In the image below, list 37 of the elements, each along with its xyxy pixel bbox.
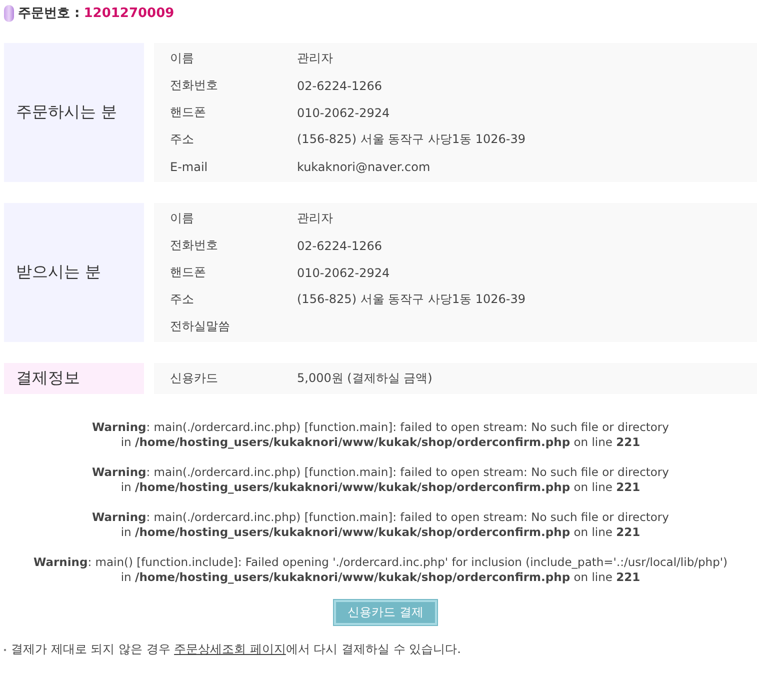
field-label: 신용카드	[170, 370, 219, 387]
warning-text: in /home/hosting_users/kukaknori/www/kukak/shop/orderconfirm.php on line 221	[120, 480, 642, 495]
warning-text: Warning: main(./ordercard.inc.php) [function.main]: failed to open stream: No such file or directory	[91, 465, 670, 480]
field-value: (156-825) 서울 동작구 사당1동 1026-39	[297, 291, 526, 308]
field-value: 관리자	[297, 210, 333, 227]
field-value: 010-2062-2924	[297, 266, 390, 280]
field-label: 핸드폰	[170, 264, 207, 281]
field-value: 관리자	[297, 50, 333, 67]
field-value: 010-2062-2924	[297, 106, 390, 120]
warning-text: in /home/hosting_users/kukaknori/www/kukak/shop/orderconfirm.php on line 221	[120, 570, 642, 585]
section-title: 주문하시는 분	[4, 43, 144, 182]
field-label: 이름	[170, 50, 195, 67]
warning-text: Warning: main(./ordercard.inc.php) [function.main]: failed to open stream: No such file or directory	[91, 420, 670, 435]
section-title: 결제정보	[4, 363, 144, 394]
order-number: 1201270009	[84, 6, 174, 20]
pill-icon	[4, 4, 14, 22]
notice-text: 결제가 제대로 되지 않은 경우 주문상세조회 페이지에서 다시 결제하실 수 있습니다.	[11, 641, 461, 658]
warning-text: in /home/hosting_users/kukaknori/www/kukak/shop/orderconfirm.php on line 221	[120, 435, 642, 450]
warning-text: Warning: main(./ordercard.inc.php) [function.main]: failed to open stream: No such file or directory	[91, 510, 670, 525]
field-value: 02-6224-1266	[297, 238, 382, 252]
field-label: 이름	[170, 210, 195, 227]
section-title: 받으시는 분	[4, 203, 144, 342]
detail-page-link[interactable]: 주문상세조회 페이지	[174, 642, 286, 656]
field-label: 전화번호	[170, 237, 219, 254]
order-number-label: 주문번호 :	[18, 5, 80, 22]
field-label: 전화번호	[170, 77, 219, 94]
field-label: E-mail	[170, 160, 209, 174]
field-label: 주소	[170, 291, 195, 308]
field-value: 5,000원 (결제하실 금액)	[297, 370, 432, 387]
field-value: kukaknori@naver.com	[297, 160, 430, 174]
warning-text: in /home/hosting_users/kukaknori/www/kukak/shop/orderconfirm.php on line 221	[120, 525, 642, 540]
field-label: 핸드폰	[170, 104, 207, 121]
field-label: 주소	[170, 131, 195, 148]
warning-text: Warning: main() [function.include]: Failed opening './ordercard.inc.php' for inclusion (include_path='.:/usr/local/lib/php')	[32, 555, 729, 570]
field-value: (156-825) 서울 동작구 사당1동 1026-39	[297, 131, 526, 148]
field-value: 02-6224-1266	[297, 78, 382, 92]
field-label: 전하실말씀	[170, 318, 231, 335]
